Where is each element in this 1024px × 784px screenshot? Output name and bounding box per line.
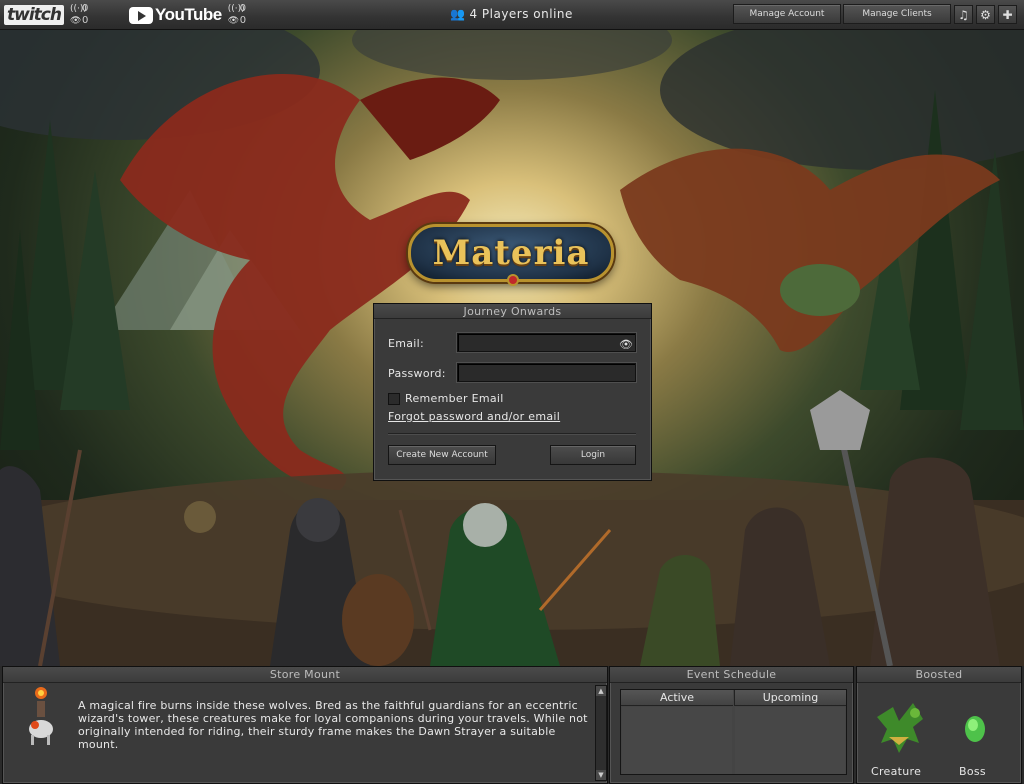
youtube-play-icon [129,6,153,24]
login-button[interactable]: Login [550,445,636,465]
active-events-list [622,707,732,774]
top-bar: twitch ((·))0 👁0 YouTube ((·))0 👁0 👥 4 Pl… [0,0,1024,30]
eye-icon: 👁 [227,16,240,26]
game-logo: Materia [408,224,614,286]
youtube-logo[interactable]: YouTube [155,5,222,25]
remember-email-label[interactable]: Remember Email [405,392,504,405]
broadcast-icon: ((·)) [69,4,87,14]
password-field[interactable] [457,363,636,382]
boosted-creature-dragon-icon[interactable] [869,697,931,759]
music-icon[interactable]: ♫ [954,5,973,24]
boosted-creature-label: Creature [871,765,922,778]
manage-clients-button[interactable]: Manage Clients [843,4,951,24]
broadcast-icon: ((·)) [227,4,245,14]
remember-email-checkbox[interactable] [388,393,400,405]
youtube-widget[interactable]: YouTube ((·))0 👁0 [129,3,246,27]
twitch-viewers-count: 0 [81,3,89,14]
boosted-panel: Boosted Creature Boss [856,666,1022,784]
youtube-watchers-count: 0 [239,15,247,26]
event-table: Active Upcoming [620,689,847,775]
forgot-password-link[interactable]: Forgot password and/or email [388,410,560,423]
login-separator [388,433,636,434]
password-label: Password: [388,367,446,380]
login-panel: Journey Onwards Email: 👁 Password: Remem… [373,303,652,481]
event-schedule-panel: Event Schedule Active Upcoming [609,666,854,784]
mount-preview-icon[interactable] [21,685,61,749]
email-field[interactable] [457,333,636,352]
youtube-viewers-count: 0 [239,3,247,14]
game-logo-text: Materia [432,233,590,273]
tab-upcoming[interactable]: Upcoming [734,690,846,706]
tab-active[interactable]: Active [621,690,733,706]
eye-icon: 👁 [69,16,82,26]
event-schedule-title: Event Schedule [610,667,853,683]
upcoming-events-list [735,707,845,774]
puzzle-icon[interactable]: ✚ [998,5,1017,24]
twitch-widget[interactable]: twitch ((·))0 👁0 [4,3,88,27]
scroll-track[interactable] [596,696,606,770]
twitch-logo[interactable]: twitch [4,5,64,25]
gear-icon[interactable]: ⚙ [976,5,995,24]
store-mount-panel: Store Mount A magical fire burns inside … [2,666,608,784]
create-account-button[interactable]: Create New Account [388,445,496,465]
scroll-down-arrow-icon[interactable]: ▼ [596,770,606,780]
store-mount-title: Store Mount [3,667,607,683]
twitch-stats: ((·))0 👁0 [70,3,88,27]
players-online: 👥 4 Players online [450,7,573,21]
players-icon: 👥 [450,7,466,21]
login-panel-title: Journey Onwards [374,304,651,319]
manage-account-button[interactable]: Manage Account [733,4,841,24]
bottom-bar: Store Mount A magical fire burns inside … [0,666,1024,784]
boosted-boss-label: Boss [959,765,986,778]
boosted-boss-icon[interactable] [961,711,989,745]
logo-gem-icon [507,274,519,286]
store-scrollbar[interactable]: ▲ ▼ [595,685,607,781]
email-label: Email: [388,337,425,350]
twitch-watchers-count: 0 [81,15,89,26]
boosted-title: Boosted [857,667,1021,683]
store-mount-description: A magical fire burns inside these wolves… [78,699,588,751]
youtube-stats: ((·))0 👁0 [228,3,246,27]
show-email-eye-icon[interactable]: 👁 [619,338,633,351]
scroll-up-arrow-icon[interactable]: ▲ [596,686,606,696]
players-online-text: 4 Players online [469,7,573,21]
